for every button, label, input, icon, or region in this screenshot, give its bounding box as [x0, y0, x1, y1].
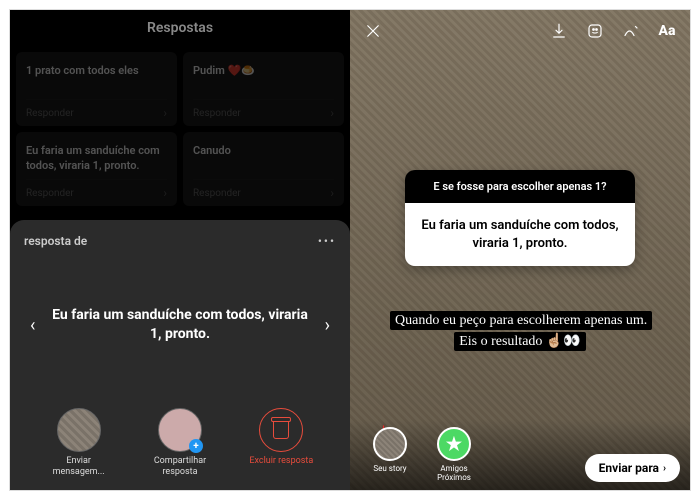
story-editor-pane: Aa E se fosse para escolher apenas 1? Eu…: [350, 10, 690, 490]
responses-pane: Respostas 1 prato com todos eles Respond…: [10, 10, 350, 490]
header-title: Respostas: [10, 10, 350, 46]
editor-toolbar: Aa: [350, 10, 690, 52]
card-text: Pudim ❤️🍮: [193, 64, 334, 79]
card-footer[interactable]: Responder ›: [193, 179, 334, 200]
sheet-title: resposta de: [24, 234, 87, 248]
card-text: 1 prato com todos eles: [26, 64, 167, 79]
reply-label: Responder: [26, 188, 74, 199]
chevron-right-icon: ›: [330, 186, 334, 200]
chevron-right-icon: ›: [163, 106, 167, 120]
close-icon[interactable]: [362, 20, 384, 42]
story-caption[interactable]: Quando eu peço para escolherem apenas um…: [390, 310, 650, 352]
trash-icon: [259, 408, 303, 452]
response-cards: 1 prato com todos eles Responder › Pudim…: [10, 46, 350, 212]
response-card[interactable]: Canudo Responder ›: [183, 132, 344, 206]
chevron-right-icon: ›: [663, 463, 666, 474]
chevron-right-icon: ›: [163, 186, 167, 200]
reply-label: Responder: [193, 108, 241, 119]
plus-badge-icon: +: [189, 439, 203, 453]
avatar: +: [158, 408, 202, 452]
more-icon[interactable]: •••: [318, 234, 336, 248]
reply-label: Responder: [26, 108, 74, 119]
action-label: Compartilhar resposta: [145, 456, 215, 478]
sticker-icon[interactable]: [584, 20, 606, 42]
card-footer[interactable]: Responder ›: [26, 179, 167, 200]
dest-label: Amigos Próximos: [424, 464, 484, 482]
action-label: Enviar mensagem...: [44, 456, 114, 478]
card-text: Eu faria um sanduíche com todos, viraria…: [26, 144, 167, 174]
card-footer[interactable]: Responder ›: [26, 99, 167, 120]
question-sticker[interactable]: E se fosse para escolher apenas 1? Eu fa…: [405, 170, 635, 266]
card-text: Canudo: [193, 144, 334, 159]
dest-label: Seu story: [360, 464, 420, 473]
send-to-button[interactable]: Enviar para ›: [585, 454, 680, 482]
response-card[interactable]: Eu faria um sanduíche com todos, viraria…: [16, 132, 177, 206]
next-button[interactable]: ›: [319, 311, 336, 340]
star-icon: ★: [437, 427, 471, 461]
chevron-right-icon: ›: [330, 106, 334, 120]
action-label: Excluir resposta: [246, 456, 316, 467]
your-story-button[interactable]: Seu story: [360, 427, 420, 482]
send-label: Enviar para: [599, 461, 659, 475]
caption-text: Quando eu peço para escolherem apenas um…: [390, 311, 652, 351]
selected-response-text: Eu faria um sanduíche com todos, viraria…: [41, 306, 318, 345]
draw-icon[interactable]: [620, 20, 642, 42]
response-card[interactable]: Pudim ❤️🍮 Responder ›: [183, 52, 344, 126]
prev-button[interactable]: ‹: [24, 311, 41, 340]
response-detail-sheet: resposta de ••• ‹ Eu faria um sanduíche …: [10, 220, 350, 490]
question-prompt: E se fosse para escolher apenas 1?: [405, 170, 635, 203]
send-message-button[interactable]: Enviar mensagem...: [44, 408, 114, 478]
share-bar: Seu story ★ Amigos Próximos Enviar para …: [350, 419, 690, 490]
share-response-button[interactable]: + Compartilhar resposta: [145, 408, 215, 478]
avatar: [373, 427, 407, 461]
download-icon[interactable]: [548, 20, 570, 42]
card-footer[interactable]: Responder ›: [193, 99, 334, 120]
response-card[interactable]: 1 prato com todos eles Responder ›: [16, 52, 177, 126]
delete-response-button[interactable]: Excluir resposta: [246, 408, 316, 478]
close-friends-button[interactable]: ★ Amigos Próximos: [424, 427, 484, 482]
text-tool-icon[interactable]: Aa: [656, 20, 678, 42]
question-answer: Eu faria um sanduíche com todos, viraria…: [405, 203, 635, 266]
avatar: [57, 408, 101, 452]
reply-label: Responder: [193, 188, 241, 199]
